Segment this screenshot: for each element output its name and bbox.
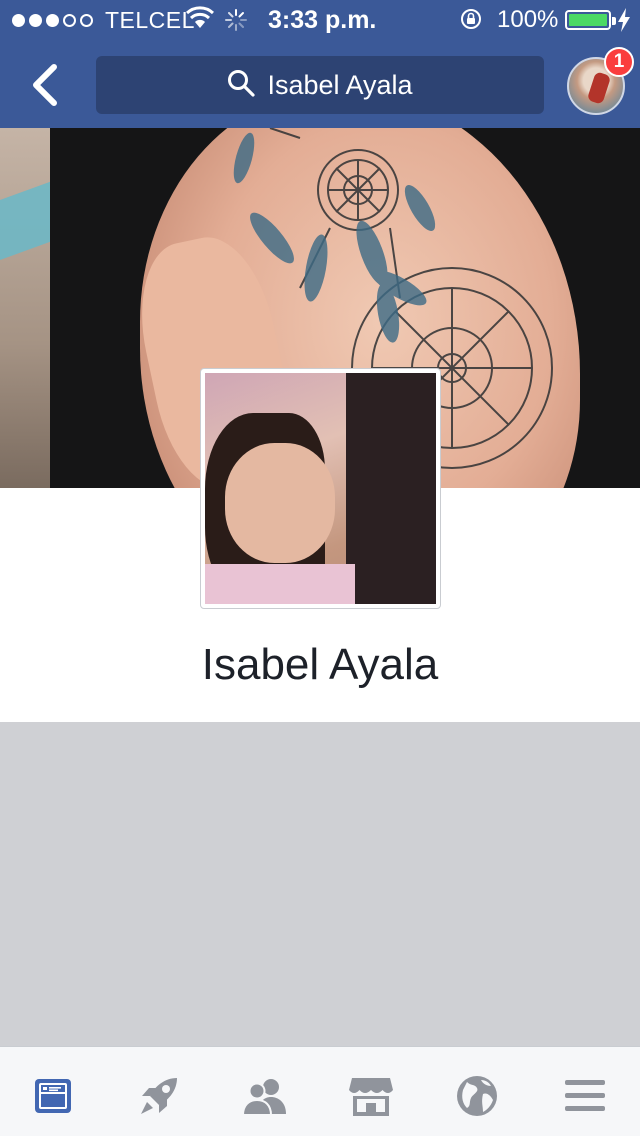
- activity-spinner-icon: [224, 8, 248, 39]
- rotation-lock-icon: [459, 7, 483, 38]
- battery-percent: 100%: [497, 6, 559, 33]
- chevron-left-icon: [33, 64, 57, 106]
- search-icon: [227, 69, 256, 102]
- back-button[interactable]: [28, 62, 64, 108]
- battery-level: [569, 14, 607, 26]
- charging-bolt-icon: [617, 7, 631, 40]
- tab-menu[interactable]: [560, 1071, 610, 1121]
- friends-icon: [242, 1079, 286, 1116]
- status-bar: TELCEL 3:33 p.m. 100%: [0, 0, 640, 40]
- bottom-tab-bar: [0, 1046, 640, 1136]
- globe-icon: [457, 1076, 497, 1116]
- tab-marketplace[interactable]: [346, 1071, 396, 1121]
- clock: 3:33 p.m.: [268, 6, 377, 34]
- notification-badge: 1: [604, 47, 634, 77]
- rocket-icon: [141, 1078, 177, 1114]
- profile-name: Isabel Ayala: [201, 640, 439, 689]
- tab-friends[interactable]: [240, 1071, 290, 1121]
- carrier-name: TELCEL: [105, 7, 195, 33]
- news-feed-icon: [35, 1079, 71, 1113]
- search-bar[interactable]: Isabel Ayala: [96, 56, 544, 114]
- search-query: Isabel Ayala: [267, 69, 413, 100]
- tab-globe[interactable]: [452, 1071, 502, 1121]
- battery-icon: [565, 10, 616, 30]
- tab-rocket[interactable]: [134, 1071, 184, 1121]
- profile-picture[interactable]: [200, 368, 441, 609]
- top-bar: TELCEL 3:33 p.m. 100% Isabel Ayala 1: [0, 0, 640, 128]
- signal-strength: TELCEL: [12, 7, 195, 34]
- marketplace-icon: [349, 1078, 393, 1116]
- wifi-icon: [185, 6, 215, 37]
- tab-news-feed[interactable]: [28, 1071, 78, 1121]
- menu-icon: [565, 1080, 605, 1111]
